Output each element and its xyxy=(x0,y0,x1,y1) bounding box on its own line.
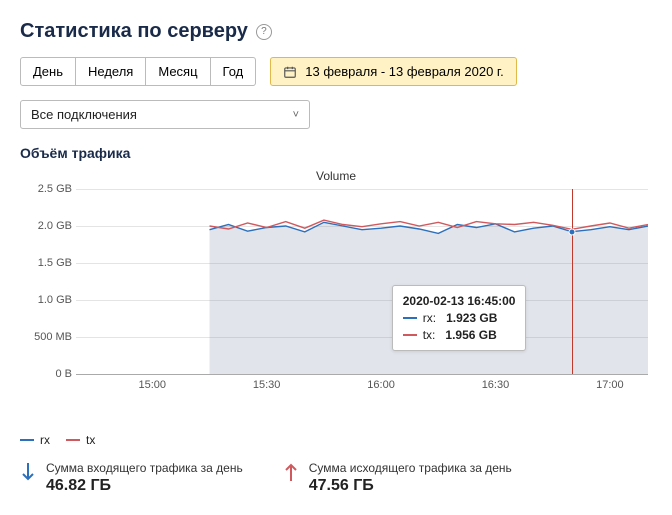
x-tick-label: 16:30 xyxy=(482,379,510,391)
volume-chart: Volume 0 B 500 MB 1.0 GB 1.5 GB 2.0 GB 2.5 GB… xyxy=(20,169,652,409)
y-tick-label: 500 MB xyxy=(34,331,72,343)
date-range-label: 13 февраля - 13 февраля 2020 г. xyxy=(305,64,503,79)
x-tick-label: 15:00 xyxy=(139,379,167,391)
tab-year[interactable]: Год xyxy=(210,57,257,86)
legend-tx[interactable]: tx xyxy=(66,433,95,447)
x-tick-label: 16:00 xyxy=(367,379,395,391)
chart-plot-area[interactable]: 0 B500 MB1.0 GB1.5 GB2.0 GB2.5 GB15:0015… xyxy=(20,189,652,374)
x-tick-label: 17:00 xyxy=(596,379,624,391)
chart-svg xyxy=(76,189,648,374)
x-tick-label: 15:30 xyxy=(253,379,281,391)
incoming-value: 46.82 ГБ xyxy=(46,477,243,495)
connection-select[interactable]: Все подключения ˅ xyxy=(20,100,310,129)
incoming-summary: Сумма входящего трафика за день 46.82 ГБ xyxy=(20,461,243,495)
chart-tooltip: 2020-02-13 16:45:00 rx: 1.923 GB tx: 1.956 G… xyxy=(392,285,527,351)
y-tick-label: 1.5 GB xyxy=(38,257,72,269)
chevron-down-icon: ˅ xyxy=(293,109,299,121)
help-icon[interactable]: ? xyxy=(256,24,272,40)
legend-swatch-tx xyxy=(66,439,80,441)
legend-label-rx: rx xyxy=(40,433,50,447)
chart-title: Volume xyxy=(20,169,652,183)
y-tick-label: 2.5 GB xyxy=(38,183,72,195)
tooltip-swatch-rx xyxy=(403,317,417,319)
tooltip-rx-value: 1.923 GB xyxy=(446,311,497,325)
outgoing-value: 47.56 ГБ xyxy=(309,477,512,495)
period-tabs: День Неделя Месяц Год xyxy=(20,57,256,86)
outgoing-label: Сумма исходящего трафика за день xyxy=(309,461,512,475)
tooltip-tx-label: tx: xyxy=(423,328,436,342)
outgoing-summary: Сумма исходящего трафика за день 47.56 Г… xyxy=(283,461,512,495)
connection-select-value: Все подключения xyxy=(31,107,137,122)
incoming-label: Сумма входящего трафика за день xyxy=(46,461,243,475)
traffic-section-title: Объём трафика xyxy=(20,145,652,161)
legend-label-tx: tx xyxy=(86,433,95,447)
chart-cursor xyxy=(572,189,573,374)
chart-cursor-point xyxy=(568,228,575,235)
arrow-up-icon xyxy=(283,461,299,483)
tab-week[interactable]: Неделя xyxy=(75,57,146,86)
page-title: Статистика по серверу xyxy=(20,20,248,43)
tooltip-timestamp: 2020-02-13 16:45:00 xyxy=(403,294,516,308)
tab-month[interactable]: Месяц xyxy=(145,57,210,86)
y-tick-label: 0 B xyxy=(55,368,72,380)
calendar-icon xyxy=(283,65,297,79)
date-range-button[interactable]: 13 февраля - 13 февраля 2020 г. xyxy=(270,57,516,86)
tooltip-swatch-tx xyxy=(403,334,417,336)
tooltip-rx-label: rx: xyxy=(423,311,436,325)
x-axis xyxy=(76,374,648,375)
tooltip-tx-value: 1.956 GB xyxy=(445,328,496,342)
arrow-down-icon xyxy=(20,461,36,483)
y-tick-label: 1.0 GB xyxy=(38,294,72,306)
legend-rx[interactable]: rx xyxy=(20,433,50,447)
tab-day[interactable]: День xyxy=(20,57,76,86)
legend-swatch-rx xyxy=(20,439,34,441)
y-tick-label: 2.0 GB xyxy=(38,220,72,232)
chart-legend: rx tx xyxy=(20,433,652,447)
